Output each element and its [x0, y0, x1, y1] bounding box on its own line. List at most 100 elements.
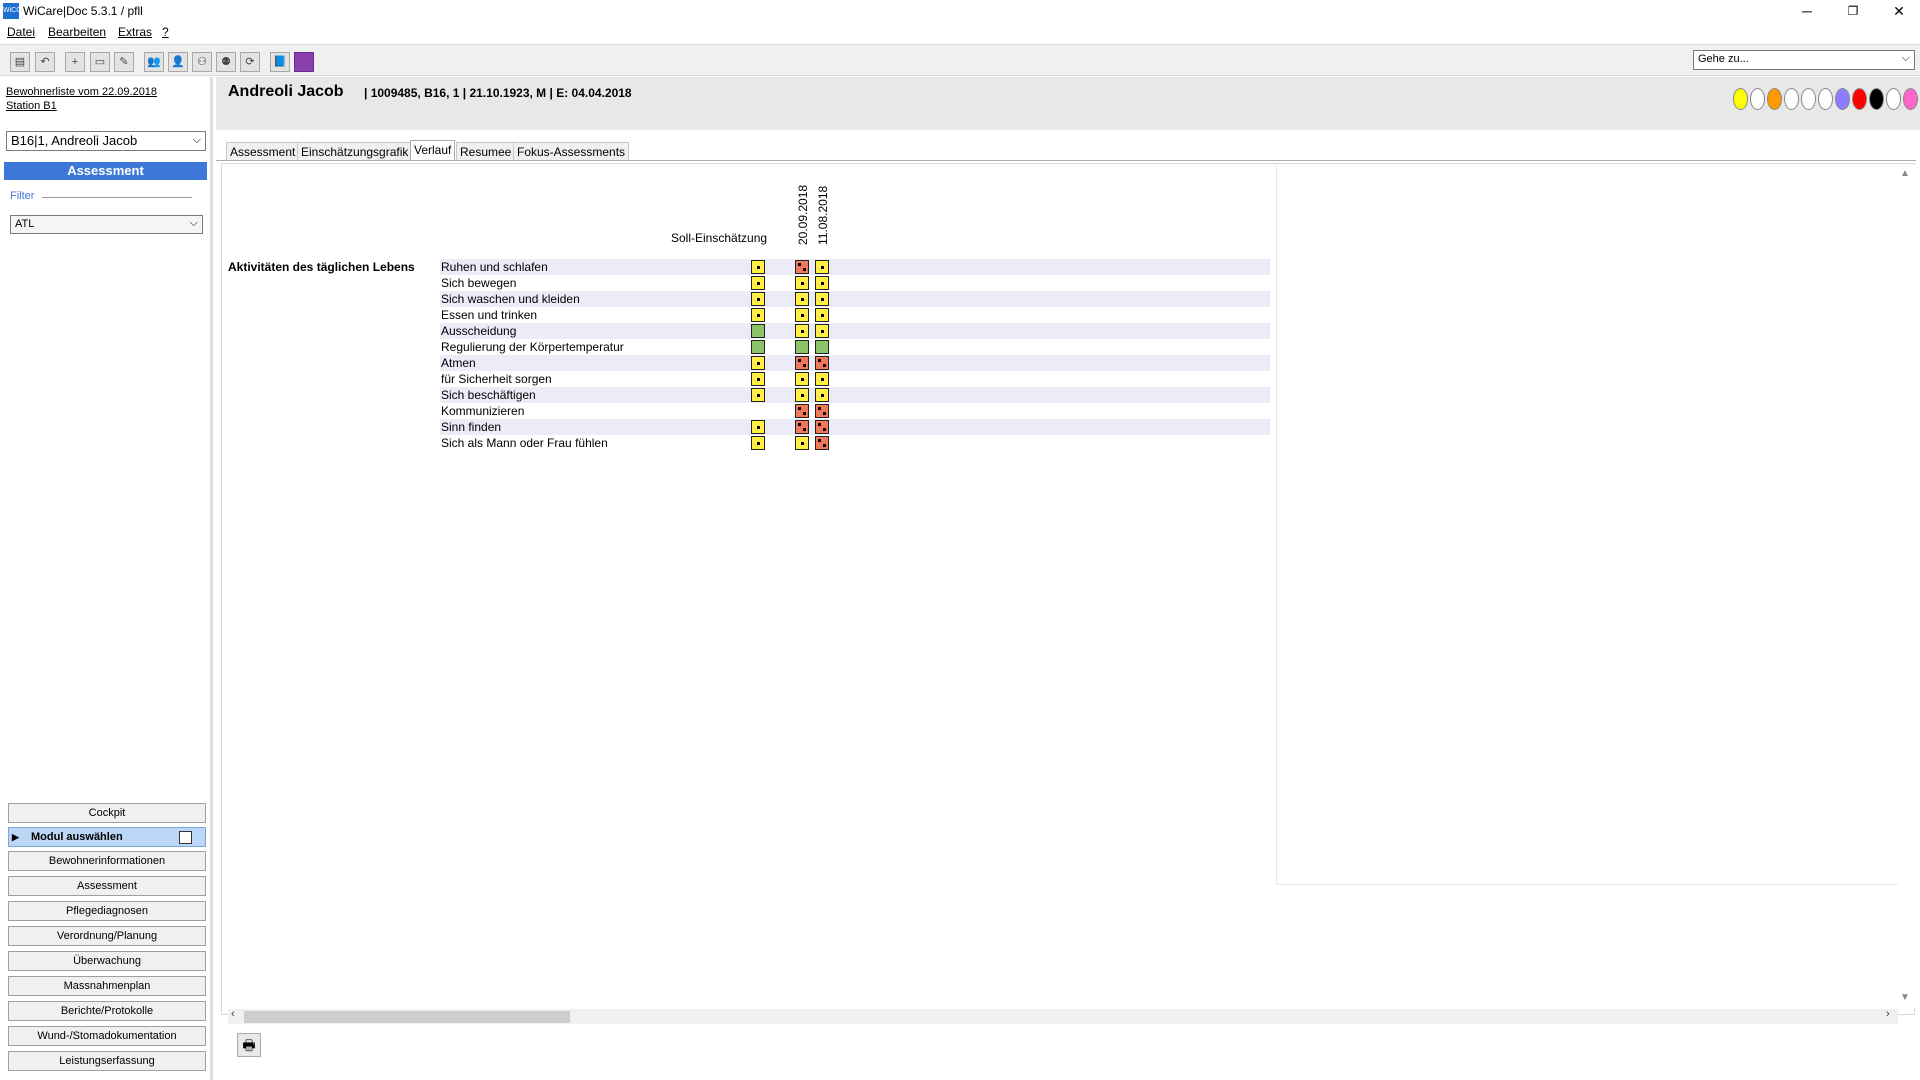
scroll-up-icon[interactable]: ▲ [1900, 168, 1910, 179]
rating-dot [818, 423, 821, 426]
nav-ueberwachung[interactable]: Überwachung [8, 951, 206, 971]
yellow-rating-cell[interactable] [815, 372, 829, 386]
yellow-rating-cell[interactable] [815, 292, 829, 306]
yellow-rating-cell[interactable] [751, 356, 765, 370]
nav-wund-stomadokumentation[interactable]: Wund-/Stomadokumentation [8, 1026, 206, 1046]
resident-list-link[interactable]: Bewohnerliste vom 22.09.2018 [6, 86, 157, 98]
module-header: Assessment [4, 162, 207, 180]
yellow-rating-cell[interactable] [815, 388, 829, 402]
nav-modul-auswaehlen[interactable]: ▶ Modul auswählen [8, 827, 206, 847]
yellow-rating-cell[interactable] [795, 436, 809, 450]
edit-icon[interactable]: ✎ [114, 52, 134, 72]
menu-extras[interactable]: Extras [118, 25, 152, 39]
nav-cockpit[interactable]: Cockpit [8, 803, 206, 823]
refresh-icon[interactable]: ⟳ [240, 52, 260, 72]
green-rating-cell[interactable] [795, 340, 809, 354]
filter-select[interactable]: ATL ⌵ [10, 215, 203, 234]
purple-square-icon[interactable] [294, 52, 314, 72]
green-rating-cell[interactable] [751, 324, 765, 338]
yellow-rating-cell[interactable] [751, 276, 765, 290]
tab-verlauf[interactable]: Verlauf [410, 140, 456, 161]
nav-leistungserfassung[interactable]: Leistungserfassung [8, 1051, 206, 1071]
scroll-right-icon[interactable]: › [1886, 1008, 1890, 1020]
rating-dot [801, 282, 804, 285]
red-rating-cell[interactable] [795, 260, 809, 274]
green-rating-cell[interactable] [751, 340, 765, 354]
rating-dot [821, 266, 824, 269]
yellow-rating-cell[interactable] [795, 372, 809, 386]
rating-dot [823, 364, 826, 367]
nav-bewohnerinformationen[interactable]: Bewohnerinformationen [8, 851, 206, 871]
tab-fokus-assessments[interactable]: Fokus-Assessments [513, 142, 630, 161]
yellow-rating-cell[interactable] [751, 420, 765, 434]
yellow-rating-cell[interactable] [795, 292, 809, 306]
row-label: Atmen [441, 356, 476, 370]
red-rating-cell[interactable] [815, 404, 829, 418]
menu-bearbeiten[interactable]: Bearbeiten [48, 25, 106, 39]
nav-assessment[interactable]: Assessment [8, 876, 206, 896]
yellow-rating-cell[interactable] [815, 308, 829, 322]
undo-icon[interactable]: ↶ [35, 52, 55, 72]
row-label: Sinn finden [441, 420, 502, 434]
red-rating-cell[interactable] [795, 404, 809, 418]
nav-massnahmenplan[interactable]: Massnahmenplan [8, 976, 206, 996]
yellow-rating-cell[interactable] [795, 276, 809, 290]
goto-select[interactable]: Gehe zu... ⌵ [1693, 50, 1915, 70]
row-label: Essen und trinken [441, 308, 538, 322]
red-rating-cell[interactable] [795, 420, 809, 434]
rating-dot [757, 426, 760, 429]
users-icon[interactable]: 👥 [144, 52, 164, 72]
red-rating-cell[interactable] [815, 436, 829, 450]
resident-select[interactable]: B16|1, Andreoli Jacob ⌵ [6, 131, 206, 151]
group-icon[interactable]: ⚇ [192, 52, 212, 72]
new-icon[interactable]: + [65, 52, 85, 72]
green-rating-cell[interactable] [815, 340, 829, 354]
red-rating-cell[interactable] [795, 356, 809, 370]
chevron-down-icon: ⌵ [1901, 52, 1910, 64]
minimize-button[interactable]: ─ [1784, 0, 1830, 22]
yellow-rating-cell[interactable] [815, 324, 829, 338]
station-link[interactable]: Station B1 [6, 100, 57, 112]
yellow-rating-cell[interactable] [751, 372, 765, 386]
yellow-rating-cell[interactable] [815, 276, 829, 290]
yellow-rating-cell[interactable] [751, 388, 765, 402]
menu-datei[interactable]: Datei [7, 25, 35, 39]
yellow-rating-cell[interactable] [751, 260, 765, 274]
horizontal-scroll-thumb[interactable] [244, 1011, 570, 1023]
save-icon[interactable]: ▤ [10, 52, 30, 72]
book-icon[interactable]: 📘 [270, 52, 290, 72]
print-button[interactable]: 🖶 [237, 1033, 261, 1057]
close-button[interactable]: ✕ [1876, 0, 1920, 22]
scroll-left-icon[interactable]: ‹ [231, 1008, 235, 1020]
person-icon[interactable]: 👤 [168, 52, 188, 72]
yellow-rating-cell[interactable] [795, 324, 809, 338]
date-label: 11.08.2018 [816, 185, 830, 245]
nav-pflegediagnosen[interactable]: Pflegediagnosen [8, 901, 206, 921]
rating-dot [798, 407, 801, 410]
yellow-rating-cell[interactable] [751, 292, 765, 306]
tab-resumee[interactable]: Resumee [456, 142, 516, 161]
yellow-rating-cell[interactable] [795, 388, 809, 402]
menu-help[interactable]: ? [162, 25, 169, 39]
menu-bar: Datei Bearbeiten Extras ? [0, 22, 1920, 42]
yellow-rating-cell[interactable] [815, 260, 829, 274]
tab-einschaetzungsgrafik[interactable]: Einschätzungsgrafik [297, 142, 413, 161]
modul-checkbox[interactable] [179, 831, 192, 844]
scroll-down-icon[interactable]: ▼ [1900, 992, 1910, 1003]
red-rating-cell[interactable] [815, 356, 829, 370]
vertical-scrollbar[interactable] [1898, 165, 1915, 1007]
yellow-rating-cell[interactable] [751, 436, 765, 450]
nav-berichte-protokolle[interactable]: Berichte/Protokolle [8, 1001, 206, 1021]
maximize-button[interactable]: ❐ [1830, 0, 1876, 22]
rating-dot [821, 282, 824, 285]
nav-verordnung-planung[interactable]: Verordnung/Planung [8, 926, 206, 946]
yellow-rating-cell[interactable] [751, 308, 765, 322]
yellow-rating-cell[interactable] [795, 308, 809, 322]
grid-row [440, 403, 1270, 419]
tab-assessment[interactable]: Assessment [226, 142, 300, 161]
status-dot [1886, 88, 1901, 110]
row-label: Sich waschen und kleiden [441, 292, 580, 306]
red-rating-cell[interactable] [815, 420, 829, 434]
person-edit-icon[interactable]: ⚉ [216, 52, 236, 72]
window-icon[interactable]: ▭ [90, 52, 110, 72]
